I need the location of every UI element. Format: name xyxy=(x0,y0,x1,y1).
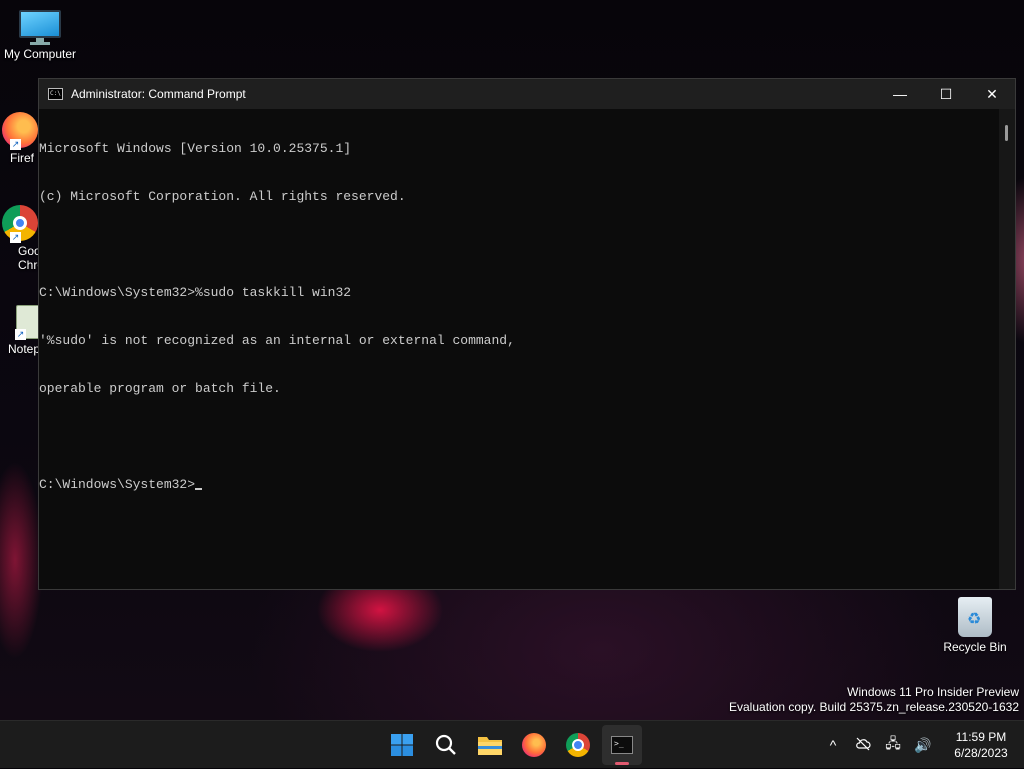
clock-time: 11:59 PM xyxy=(955,730,1007,744)
network-icon[interactable]: 🖧 xyxy=(878,733,908,757)
monitor-icon xyxy=(19,10,61,45)
search-button[interactable] xyxy=(424,721,468,769)
shortcut-arrow-icon: ↗ xyxy=(10,139,21,150)
active-indicator xyxy=(615,762,629,765)
close-button[interactable]: ✕ xyxy=(969,79,1015,109)
firefox-icon: ↗ xyxy=(2,112,38,150)
start-icon xyxy=(391,734,413,756)
desktop-icon-label: My Computer xyxy=(3,47,77,61)
volume-icon[interactable]: 🔊 xyxy=(908,737,938,754)
prompt-text: C:\Windows\System32> xyxy=(39,477,196,492)
watermark-line: Evaluation copy. Build 25375.zn_release.… xyxy=(729,700,1019,714)
show-hidden-icons-chevron[interactable]: ^ xyxy=(818,737,848,753)
terminal-icon: >_ xyxy=(611,736,633,754)
chrome-taskbar-button[interactable] xyxy=(556,721,600,769)
console-line: Microsoft Windows [Version 10.0.25375.1] xyxy=(39,141,352,156)
system-tray: ^ 🖧 🔊 11:59 PM 6/28/2023 xyxy=(818,721,1024,769)
chrome-icon xyxy=(566,733,590,757)
evaluation-watermark: Windows 11 Pro Insider Preview Evaluatio… xyxy=(729,685,1019,715)
file-explorer-button[interactable] xyxy=(468,721,512,769)
command-prompt-window[interactable]: C:\ Administrator: Command Prompt — ☐ ✕ … xyxy=(38,78,1016,590)
clock-date: 6/28/2023 xyxy=(954,746,1008,760)
start-button[interactable] xyxy=(380,721,424,769)
desktop-icon-recycle-bin[interactable]: ♻ Recycle Bin xyxy=(935,597,1015,654)
taskbar-apps: >_ xyxy=(380,721,644,769)
firefox-icon xyxy=(522,733,546,757)
firefox-taskbar-button[interactable] xyxy=(512,721,556,769)
watermark-line: Windows 11 Pro Insider Preview xyxy=(847,685,1019,699)
cloud-offline-icon[interactable] xyxy=(848,737,878,754)
vertical-scrollbar[interactable] xyxy=(999,109,1015,589)
prompt-line[interactable]: C:\Windows\System32> xyxy=(39,477,999,493)
console-line: C:\Windows\System32>%sudo taskkill win32 xyxy=(39,285,352,300)
console-line: '%sudo' is not recognized as an internal… xyxy=(39,333,515,348)
console-line: operable program or batch file. xyxy=(39,381,281,396)
clock[interactable]: 11:59 PM 6/28/2023 xyxy=(938,729,1024,761)
desktop-icon-my-computer[interactable]: My Computer xyxy=(0,10,80,61)
taskbar: >_ ^ 🖧 🔊 11:59 PM 6/28/2023 xyxy=(0,720,1024,768)
scrollbar-thumb[interactable] xyxy=(1005,125,1008,141)
maximize-button[interactable]: ☐ xyxy=(923,79,969,109)
terminal-taskbar-button[interactable]: >_ xyxy=(600,721,644,769)
shortcut-arrow-icon: ↗ xyxy=(15,329,26,340)
file-explorer-icon xyxy=(478,737,502,755)
console-line: (c) Microsoft Corporation. All rights re… xyxy=(39,189,406,204)
shortcut-arrow-icon: ↗ xyxy=(10,232,21,243)
window-titlebar[interactable]: C:\ Administrator: Command Prompt — ☐ ✕ xyxy=(39,79,1015,109)
recycle-bin-icon: ♻ xyxy=(958,597,992,637)
cmd-app-icon: C:\ xyxy=(48,88,63,100)
window-title: Administrator: Command Prompt xyxy=(71,87,246,101)
text-cursor xyxy=(195,488,203,490)
desktop-icon-label: Recycle Bin xyxy=(943,640,1007,654)
chrome-icon: ↗ xyxy=(2,205,38,243)
console-output[interactable]: Microsoft Windows [Version 10.0.25375.1]… xyxy=(39,109,999,589)
minimize-button[interactable]: — xyxy=(877,79,923,109)
search-icon xyxy=(435,734,456,755)
